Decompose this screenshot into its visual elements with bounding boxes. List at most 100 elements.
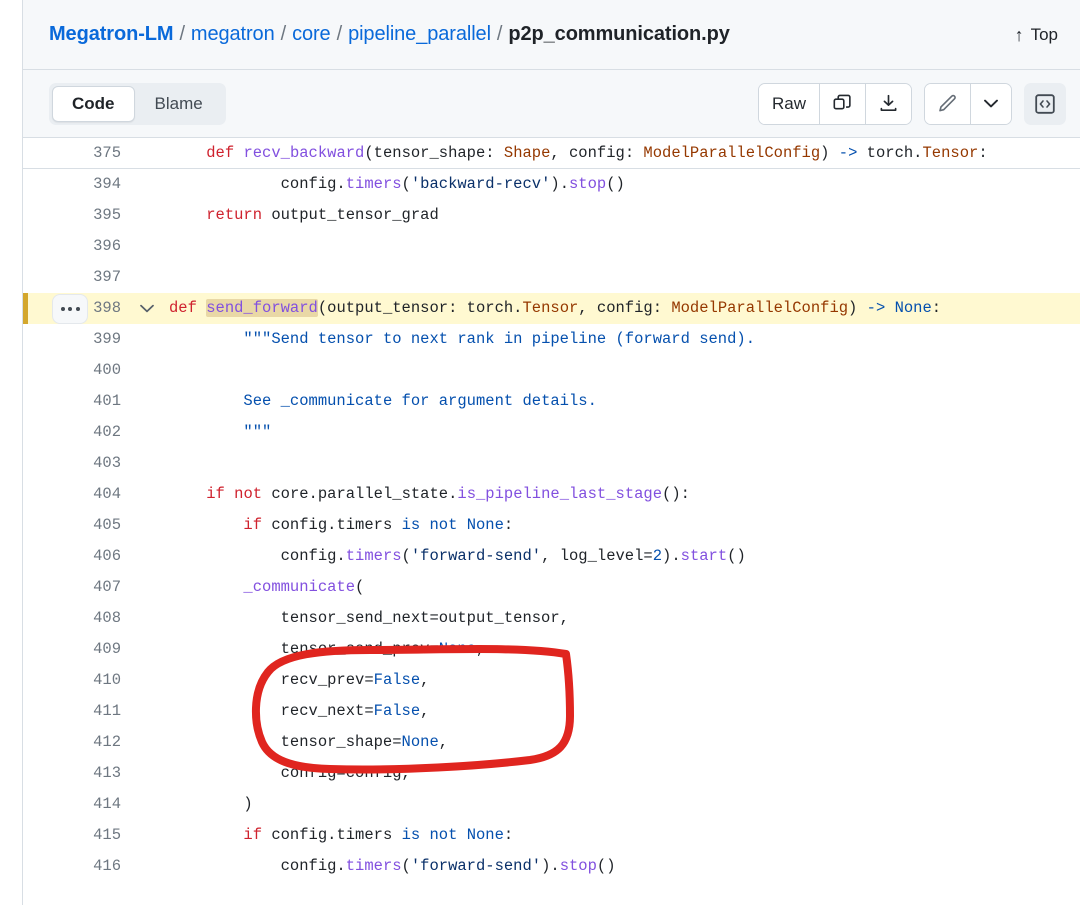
github-file-view: Megatron-LM / megatron / core / pipeline… (0, 0, 1080, 905)
code-line-text: recv_next=False, (169, 702, 430, 720)
code-line-398: 398 def send_forward(output_tensor: torch… (23, 293, 1080, 324)
breadcrumb-separator-4: / (496, 23, 503, 45)
breadcrumb: Megatron-LM / megatron / core / pipeline… (49, 23, 730, 46)
line-number[interactable]: 415 (23, 820, 133, 851)
line-number[interactable]: 375 (23, 138, 133, 169)
code-line-403: 403 (23, 448, 1080, 479)
line-number[interactable]: 402 (23, 417, 133, 448)
code-line-395: 395 return output_tensor_grad (23, 200, 1080, 231)
file-toolbar: Code Blame Raw (23, 70, 1080, 138)
breadcrumb-filename: p2p_communication.py (508, 23, 730, 45)
code-line-414: 414 ) (23, 789, 1080, 820)
file-panel: Megatron-LM / megatron / core / pipeline… (22, 0, 1080, 905)
line-number[interactable]: 401 (23, 386, 133, 417)
top-link[interactable]: ↑ Top (1015, 25, 1058, 45)
breadcrumb-dir-pipeline-parallel[interactable]: pipeline_parallel (348, 23, 491, 46)
code-line-text: config.timers('forward-send', log_level=… (169, 547, 746, 565)
line-number[interactable]: 406 (23, 541, 133, 572)
code-line-402: 402 """ (23, 417, 1080, 448)
code-line-text: ) (169, 795, 253, 813)
code-line-394: 394 config.timers('backward-recv').stop(… (23, 169, 1080, 200)
download-raw-file-button[interactable] (865, 83, 911, 124)
line-number[interactable]: 410 (23, 665, 133, 696)
code-line-text: if config.timers is not None: (243, 826, 514, 844)
line-number[interactable]: 407 (23, 572, 133, 603)
code-line-text: _communicate( (243, 578, 365, 596)
line-number[interactable]: 405 (23, 510, 133, 541)
code-brackets-icon (1033, 92, 1057, 116)
line-number[interactable]: 409 (23, 634, 133, 665)
download-icon (879, 94, 898, 113)
breadcrumb-separator-3: / (336, 23, 343, 45)
chevron-down-icon (984, 99, 998, 108)
line-number[interactable]: 414 (23, 789, 133, 820)
edit-group (924, 82, 1012, 125)
line-number[interactable]: 396 (23, 231, 133, 262)
code-line-401: 401 See _communicate for argument detail… (23, 386, 1080, 417)
code-line-397: 397 (23, 262, 1080, 293)
line-number[interactable]: 404 (23, 479, 133, 510)
code-line-409: 409 tensor_send_prev=None, (23, 634, 1080, 665)
tab-code[interactable]: Code (52, 85, 135, 122)
code-line-406: 406 config.timers('forward-send', log_le… (23, 541, 1080, 572)
copy-raw-contents-button[interactable] (819, 83, 865, 124)
code-line-text: recv_prev=False, (169, 671, 430, 689)
edit-dropdown-button[interactable] (970, 83, 1011, 124)
raw-button[interactable]: Raw (758, 83, 819, 124)
copy-icon (833, 94, 852, 113)
code-line-text: def recv_backward(tensor_shape: Shape, c… (206, 143, 988, 162)
code-line-text: config.timers('backward-recv').stop() (169, 175, 625, 193)
breadcrumb-repo[interactable]: Megatron-LM (49, 23, 174, 46)
code-line-text: if not core.parallel_state.is_pipeline_l… (206, 485, 690, 503)
code-line-text: tensor_send_next=output_tensor, (169, 609, 569, 627)
code-line-416: 416 config.timers('forward-send').stop() (23, 851, 1080, 882)
line-number[interactable]: 403 (23, 448, 133, 479)
line-number[interactable]: 399 (23, 324, 133, 355)
code-line-text: """ (243, 423, 272, 441)
code-line-text: config=config, (169, 764, 411, 782)
code-line-text: if config.timers is not None: (243, 516, 514, 534)
code-line-text: config.timers('forward-send').stop() (169, 857, 616, 875)
collapse-chevron-icon[interactable] (133, 304, 161, 313)
breadcrumb-dir-megatron[interactable]: megatron (191, 23, 275, 46)
code-line-text: tensor_shape=None, (169, 733, 449, 751)
top-link-label: Top (1030, 24, 1058, 44)
code-line-text: tensor_send_prev=None, (169, 640, 486, 658)
pencil-icon (938, 94, 957, 113)
code-line-407: 407 _communicate( (23, 572, 1080, 603)
code-line-408: 408 tensor_send_next=output_tensor, (23, 603, 1080, 634)
code-line-413: 413 config=config, (23, 758, 1080, 789)
line-number[interactable]: 413 (23, 758, 133, 789)
toolbar-actions: Raw (757, 82, 1066, 125)
code-line-text: def send_forward(output_tensor: torch.Te… (169, 299, 942, 317)
highlighted-symbol: send_forward (206, 299, 318, 317)
code-line-375: 375 def recv_backward(tensor_shape: Shap… (23, 138, 1080, 169)
code-line-text: """Send tensor to next rank in pipeline … (243, 330, 756, 348)
line-number[interactable]: 408 (23, 603, 133, 634)
line-number[interactable]: 400 (23, 355, 133, 386)
symbols-panel-button[interactable] (1024, 82, 1066, 125)
code-line-405: 405 if config.timers is not None: (23, 510, 1080, 541)
code-content: 375 def recv_backward(tensor_shape: Shap… (23, 138, 1080, 882)
line-number[interactable]: 416 (23, 851, 133, 882)
code-line-text: See _communicate for argument details. (243, 392, 597, 410)
line-number[interactable]: 397 (23, 262, 133, 293)
file-header: Megatron-LM / megatron / core / pipeline… (23, 0, 1080, 70)
raw-copy-download-group: Raw (757, 82, 912, 125)
tab-blame[interactable]: Blame (135, 86, 223, 122)
line-actions-kebab-button[interactable] (52, 293, 88, 324)
line-number[interactable]: 412 (23, 727, 133, 758)
line-number[interactable]: 411 (23, 696, 133, 727)
code-line-415: 415 if config.timers is not None: (23, 820, 1080, 851)
code-line-411: 411 recv_next=False, (23, 696, 1080, 727)
breadcrumb-dir-core[interactable]: core (292, 23, 331, 46)
code-line-404: 404 if not core.parallel_state.is_pipeli… (23, 479, 1080, 510)
line-number[interactable]: 395 (23, 200, 133, 231)
code-line-text: return output_tensor_grad (206, 206, 439, 224)
code-line-396: 396 (23, 231, 1080, 262)
code-line-399: 399 """Send tensor to next rank in pipel… (23, 324, 1080, 355)
line-number[interactable]: 394 (23, 169, 133, 200)
edit-file-button[interactable] (925, 83, 970, 124)
breadcrumb-separator-1: / (179, 23, 185, 45)
breadcrumb-separator-2: / (280, 23, 287, 45)
